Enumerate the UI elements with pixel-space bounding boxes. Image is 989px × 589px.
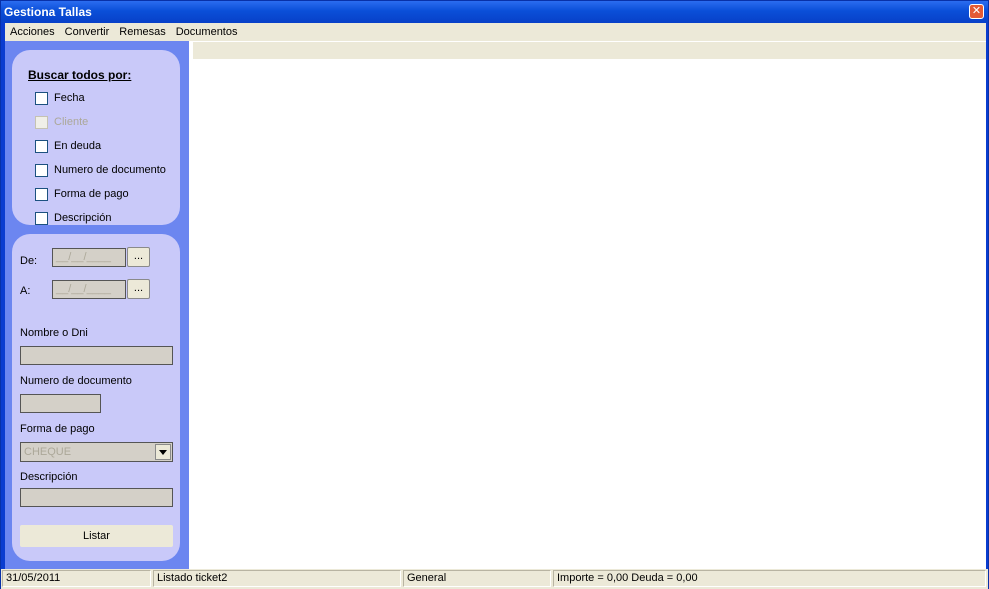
from-date-input[interactable]: __/__/____ — [52, 248, 126, 267]
from-date-label: De: — [20, 255, 38, 267]
docnum-label: Numero de documento — [20, 375, 132, 387]
filter-panel: Buscar todos por: Fecha Cliente En deuda… — [5, 41, 189, 569]
option-descripcion[interactable]: Descripción — [35, 210, 111, 226]
menu-convertir[interactable]: Convertir — [60, 23, 115, 41]
to-date-input[interactable]: __/__/____ — [52, 280, 126, 299]
option-label: Descripción — [54, 212, 112, 224]
menu-acciones[interactable]: Acciones — [5, 23, 60, 41]
option-label: Numero de documento — [54, 164, 166, 176]
search-all-title: Buscar todos por: — [28, 68, 132, 82]
menu-documentos[interactable]: Documentos — [171, 23, 243, 41]
description-input[interactable] — [20, 488, 173, 507]
title-bar: Gestiona Tallas ✕ — [1, 1, 988, 23]
search-all-group: Buscar todos por: Fecha Cliente En deuda… — [12, 50, 180, 225]
option-label: Forma de pago — [54, 188, 129, 200]
option-fecha[interactable]: Fecha — [35, 90, 85, 106]
window-title: Gestiona Tallas — [4, 5, 92, 19]
from-date-picker-button[interactable]: ... — [127, 247, 150, 267]
option-forma-pago[interactable]: Forma de pago — [35, 186, 129, 202]
results-grid-header — [193, 42, 986, 59]
status-mode: General — [403, 570, 551, 587]
close-icon: ✕ — [971, 5, 982, 17]
chevron-down-icon[interactable] — [155, 444, 171, 460]
close-button[interactable]: ✕ — [969, 4, 984, 19]
list-button[interactable]: Listar — [20, 525, 173, 547]
docnum-input[interactable] — [20, 394, 101, 413]
client-area: Buscar todos por: Fecha Cliente En deuda… — [5, 41, 986, 569]
payment-selected-value: CHEQUE — [24, 446, 72, 458]
option-label: Cliente — [54, 116, 89, 128]
option-label: En deuda — [54, 140, 102, 152]
status-bar: 31/05/2011 Listado ticket2 General Impor… — [1, 569, 988, 589]
app-window: Gestiona Tallas ✕ Acciones Convertir Remes… — [0, 0, 989, 589]
option-cliente: Cliente — [35, 114, 88, 130]
payment-label: Forma de pago — [20, 423, 95, 435]
checkbox-numero-documento[interactable] — [35, 163, 48, 177]
option-numero-documento[interactable]: Numero de documento — [35, 162, 166, 178]
checkbox-forma-pago[interactable] — [35, 187, 48, 201]
checkbox-en-deuda[interactable] — [35, 139, 48, 153]
name-input[interactable] — [20, 346, 173, 365]
option-label: Fecha — [54, 92, 85, 104]
checkbox-fecha[interactable] — [35, 91, 48, 105]
status-totals: Importe = 0,00 Deuda = 0,00 — [553, 570, 986, 587]
to-date-label: A: — [20, 285, 31, 297]
menu-remesas[interactable]: Remesas — [114, 23, 170, 41]
checkbox-cliente — [35, 115, 48, 129]
description-label: Descripción — [20, 471, 78, 483]
name-label: Nombre o Dni — [20, 327, 88, 339]
checkbox-descripcion[interactable] — [35, 211, 48, 225]
filters-group: De: __/__/____ ... A: __/__/____ ... Nom… — [12, 234, 180, 561]
option-en-deuda[interactable]: En deuda — [35, 138, 101, 154]
to-date-picker-button[interactable]: ... — [127, 279, 150, 299]
payment-select[interactable]: CHEQUE — [20, 442, 173, 462]
status-date: 31/05/2011 — [2, 570, 151, 587]
status-listing: Listado ticket2 — [153, 570, 401, 587]
menu-bar: Acciones Convertir Remesas Documentos — [5, 23, 986, 41]
